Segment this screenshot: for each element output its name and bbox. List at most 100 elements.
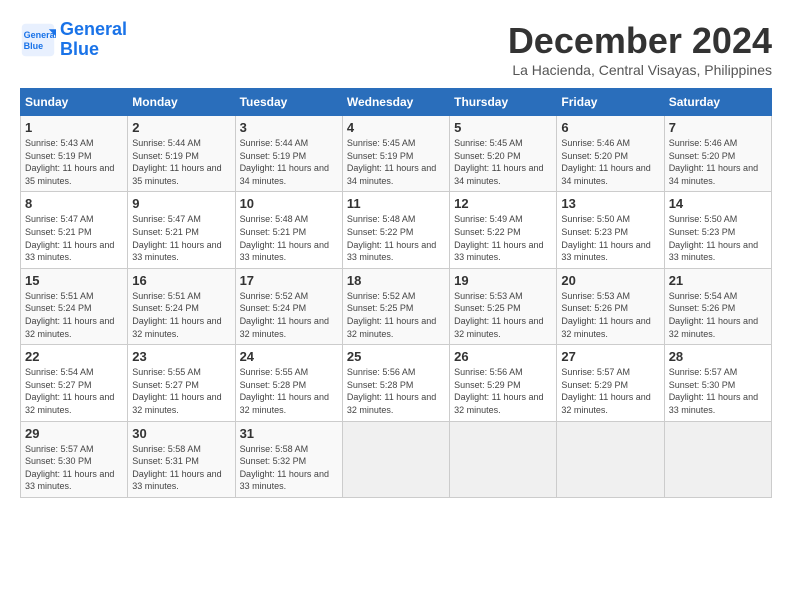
day-number: 9 (132, 196, 230, 211)
day-info: Sunrise: 5:52 AMSunset: 5:24 PMDaylight:… (240, 290, 338, 340)
day-number: 15 (25, 273, 123, 288)
day-number: 25 (347, 349, 445, 364)
day-number: 12 (454, 196, 552, 211)
day-number: 1 (25, 120, 123, 135)
logo: General Blue General Blue (20, 20, 127, 60)
table-row: 28 Sunrise: 5:57 AMSunset: 5:30 PMDayligh… (664, 345, 771, 421)
calendar-week-row: 15 Sunrise: 5:51 AMSunset: 5:24 PMDayligh… (21, 268, 772, 344)
day-number: 21 (669, 273, 767, 288)
day-info: Sunrise: 5:52 AMSunset: 5:25 PMDaylight:… (347, 290, 445, 340)
table-row: 18 Sunrise: 5:52 AMSunset: 5:25 PMDayligh… (342, 268, 449, 344)
header-friday: Friday (557, 89, 664, 116)
days-header-row: Sunday Monday Tuesday Wednesday Thursday… (21, 89, 772, 116)
day-info: Sunrise: 5:48 AMSunset: 5:22 PMDaylight:… (347, 213, 445, 263)
title-section: December 2024 La Hacienda, Central Visay… (508, 20, 772, 78)
table-row: 21 Sunrise: 5:54 AMSunset: 5:26 PMDayligh… (664, 268, 771, 344)
calendar-subtitle: La Hacienda, Central Visayas, Philippine… (508, 62, 772, 78)
table-row: 30 Sunrise: 5:58 AMSunset: 5:31 PMDayligh… (128, 421, 235, 497)
day-number: 4 (347, 120, 445, 135)
day-info: Sunrise: 5:53 AMSunset: 5:25 PMDaylight:… (454, 290, 552, 340)
header-monday: Monday (128, 89, 235, 116)
table-row: 17Sunrise: 5:52 AMSunset: 5:24 PMDayligh… (235, 268, 342, 344)
table-row: 20 Sunrise: 5:53 AMSunset: 5:26 PMDayligh… (557, 268, 664, 344)
day-number: 2 (132, 120, 230, 135)
calendar-table: Sunday Monday Tuesday Wednesday Thursday… (20, 88, 772, 498)
day-info: Sunrise: 5:58 AMSunset: 5:32 PMDaylight:… (240, 443, 338, 493)
calendar-week-row: 29 Sunrise: 5:57 AMSunset: 5:30 PMDayligh… (21, 421, 772, 497)
day-number: 28 (669, 349, 767, 364)
day-info: Sunrise: 5:46 AMSunset: 5:20 PMDaylight:… (669, 137, 767, 187)
day-info: Sunrise: 5:58 AMSunset: 5:31 PMDaylight:… (132, 443, 230, 493)
day-info: Sunrise: 5:51 AMSunset: 5:24 PMDaylight:… (132, 290, 230, 340)
table-row: 12Sunrise: 5:49 AMSunset: 5:22 PMDayligh… (450, 192, 557, 268)
logo-text-line2: Blue (60, 40, 127, 60)
day-number: 20 (561, 273, 659, 288)
table-row: 2Sunrise: 5:44 AMSunset: 5:19 PMDaylight… (128, 116, 235, 192)
day-info: Sunrise: 5:54 AMSunset: 5:26 PMDaylight:… (669, 290, 767, 340)
day-number: 31 (240, 426, 338, 441)
table-row: 13Sunrise: 5:50 AMSunset: 5:23 PMDayligh… (557, 192, 664, 268)
day-info: Sunrise: 5:54 AMSunset: 5:27 PMDaylight:… (25, 366, 123, 416)
table-row (664, 421, 771, 497)
day-number: 16 (132, 273, 230, 288)
day-number: 10 (240, 196, 338, 211)
table-row: 24Sunrise: 5:55 AMSunset: 5:28 PMDayligh… (235, 345, 342, 421)
day-info: Sunrise: 5:45 AMSunset: 5:20 PMDaylight:… (454, 137, 552, 187)
table-row: 8 Sunrise: 5:47 AMSunset: 5:21 PMDaylight… (21, 192, 128, 268)
table-row: 22 Sunrise: 5:54 AMSunset: 5:27 PMDayligh… (21, 345, 128, 421)
table-row (450, 421, 557, 497)
day-info: Sunrise: 5:56 AMSunset: 5:29 PMDaylight:… (454, 366, 552, 416)
table-row: 29 Sunrise: 5:57 AMSunset: 5:30 PMDayligh… (21, 421, 128, 497)
day-info: Sunrise: 5:56 AMSunset: 5:28 PMDaylight:… (347, 366, 445, 416)
day-number: 22 (25, 349, 123, 364)
header-thursday: Thursday (450, 89, 557, 116)
day-number: 3 (240, 120, 338, 135)
day-number: 8 (25, 196, 123, 211)
table-row: 5Sunrise: 5:45 AMSunset: 5:20 PMDaylight… (450, 116, 557, 192)
logo-text-line1: General (60, 20, 127, 40)
day-info: Sunrise: 5:51 AMSunset: 5:24 PMDaylight:… (25, 290, 123, 340)
day-number: 23 (132, 349, 230, 364)
table-row: 26 Sunrise: 5:56 AMSunset: 5:29 PMDayligh… (450, 345, 557, 421)
day-info: Sunrise: 5:47 AMSunset: 5:21 PMDaylight:… (25, 213, 123, 263)
day-info: Sunrise: 5:43 AMSunset: 5:19 PMDaylight:… (25, 137, 123, 187)
day-info: Sunrise: 5:57 AMSunset: 5:30 PMDaylight:… (669, 366, 767, 416)
table-row: 6Sunrise: 5:46 AMSunset: 5:20 PMDaylight… (557, 116, 664, 192)
day-info: Sunrise: 5:48 AMSunset: 5:21 PMDaylight:… (240, 213, 338, 263)
table-row: 16 Sunrise: 5:51 AMSunset: 5:24 PMDayligh… (128, 268, 235, 344)
svg-text:Blue: Blue (24, 41, 44, 51)
day-number: 30 (132, 426, 230, 441)
day-info: Sunrise: 5:45 AMSunset: 5:19 PMDaylight:… (347, 137, 445, 187)
day-info: Sunrise: 5:44 AMSunset: 5:19 PMDaylight:… (240, 137, 338, 187)
day-info: Sunrise: 5:55 AMSunset: 5:27 PMDaylight:… (132, 366, 230, 416)
calendar-week-row: 1 Sunrise: 5:43 AMSunset: 5:19 PMDaylight… (21, 116, 772, 192)
table-row: 14Sunrise: 5:50 AMSunset: 5:23 PMDayligh… (664, 192, 771, 268)
day-info: Sunrise: 5:57 AMSunset: 5:30 PMDaylight:… (25, 443, 123, 493)
header-saturday: Saturday (664, 89, 771, 116)
table-row: 7 Sunrise: 5:46 AMSunset: 5:20 PMDaylight… (664, 116, 771, 192)
header: General Blue General Blue December 2024 … (20, 20, 772, 78)
table-row: 25 Sunrise: 5:56 AMSunset: 5:28 PMDayligh… (342, 345, 449, 421)
day-number: 11 (347, 196, 445, 211)
day-number: 19 (454, 273, 552, 288)
table-row: 31 Sunrise: 5:58 AMSunset: 5:32 PMDayligh… (235, 421, 342, 497)
day-number: 14 (669, 196, 767, 211)
header-wednesday: Wednesday (342, 89, 449, 116)
day-number: 29 (25, 426, 123, 441)
table-row: 27 Sunrise: 5:57 AMSunset: 5:29 PMDayligh… (557, 345, 664, 421)
table-row: 1 Sunrise: 5:43 AMSunset: 5:19 PMDaylight… (21, 116, 128, 192)
day-number: 13 (561, 196, 659, 211)
calendar-week-row: 22 Sunrise: 5:54 AMSunset: 5:27 PMDayligh… (21, 345, 772, 421)
calendar-title: December 2024 (508, 20, 772, 62)
header-tuesday: Tuesday (235, 89, 342, 116)
day-number: 27 (561, 349, 659, 364)
table-row: 23 Sunrise: 5:55 AMSunset: 5:27 PMDayligh… (128, 345, 235, 421)
table-row (557, 421, 664, 497)
day-info: Sunrise: 5:57 AMSunset: 5:29 PMDaylight:… (561, 366, 659, 416)
day-info: Sunrise: 5:53 AMSunset: 5:26 PMDaylight:… (561, 290, 659, 340)
day-number: 26 (454, 349, 552, 364)
day-number: 18 (347, 273, 445, 288)
day-number: 7 (669, 120, 767, 135)
header-sunday: Sunday (21, 89, 128, 116)
table-row: 4 Sunrise: 5:45 AMSunset: 5:19 PMDaylight… (342, 116, 449, 192)
